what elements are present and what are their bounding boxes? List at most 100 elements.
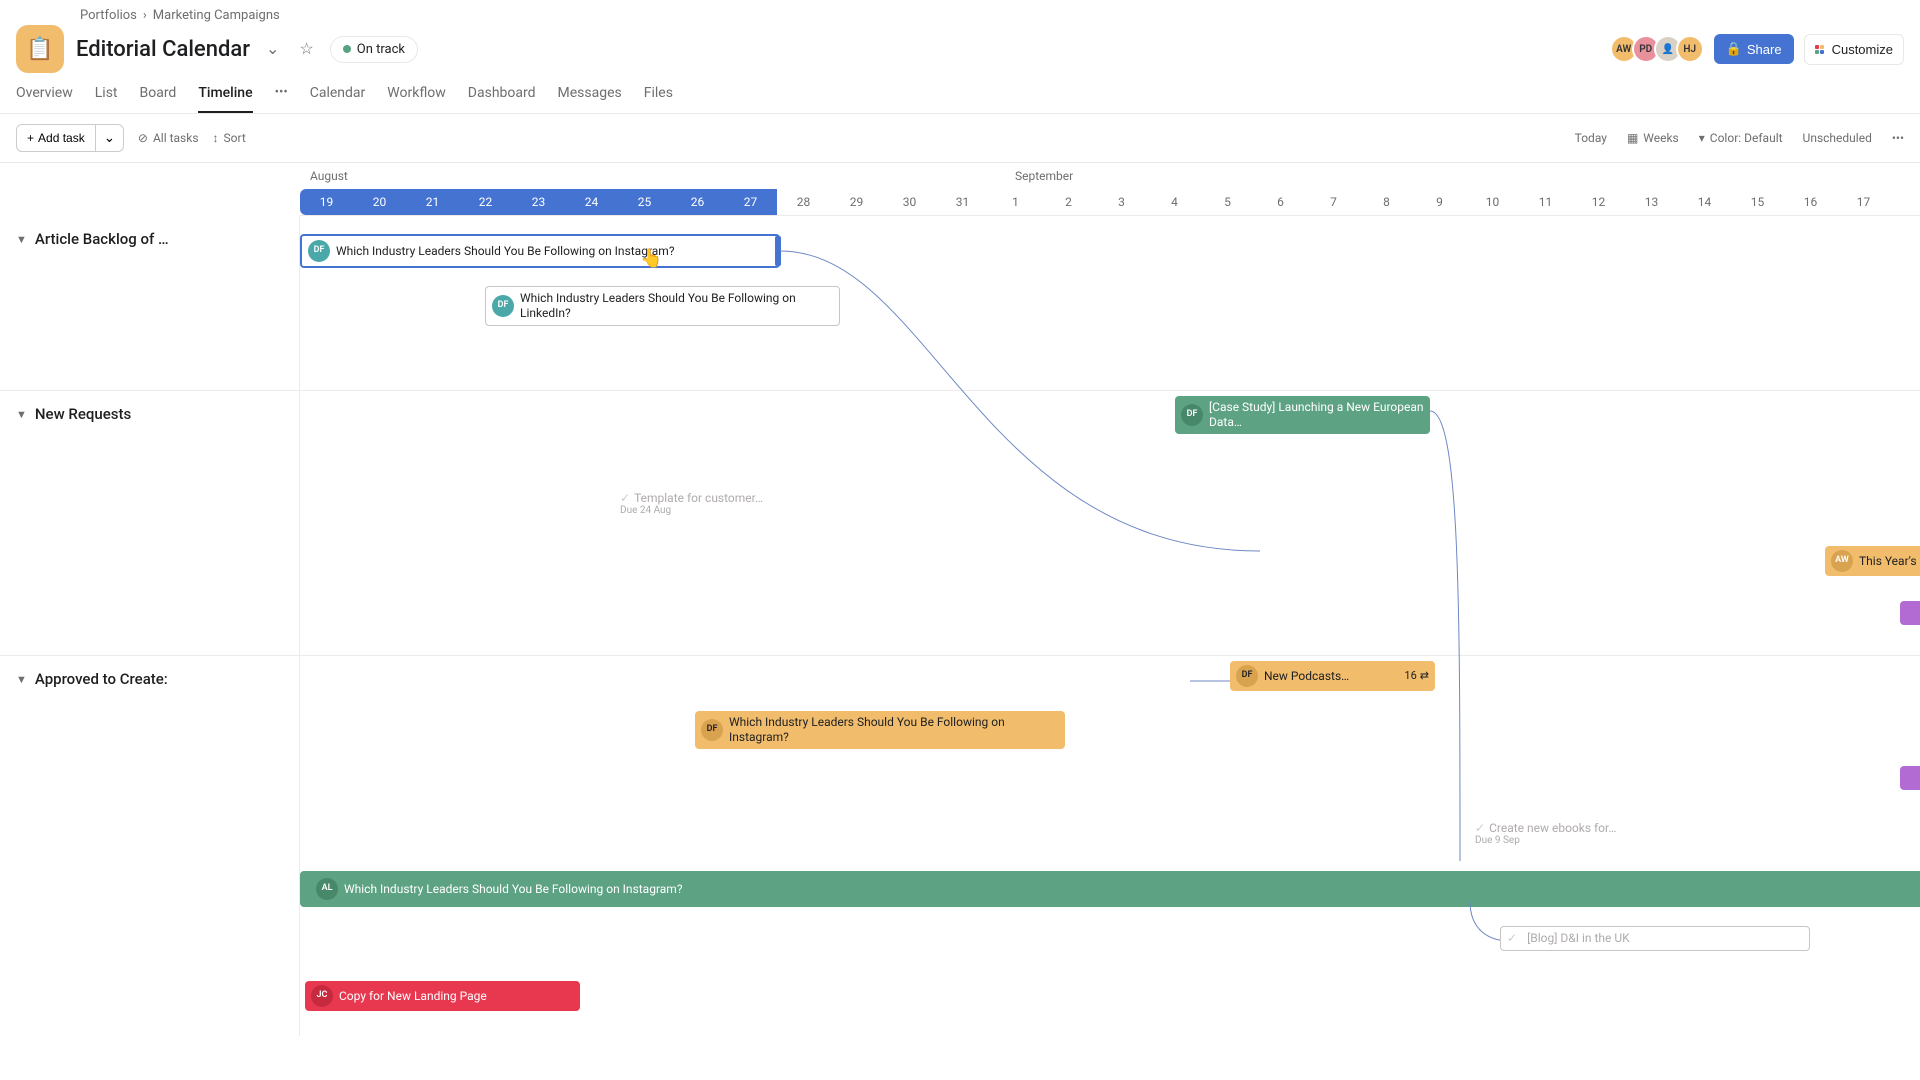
- tab-files[interactable]: Files: [644, 85, 673, 113]
- check-circle-icon: ⊘: [138, 131, 148, 145]
- avatar: HJ: [1676, 35, 1704, 63]
- tab-overview[interactable]: Overview: [16, 85, 73, 113]
- day-cell[interactable]: 7: [1307, 189, 1360, 215]
- status-badge[interactable]: On track: [330, 36, 418, 63]
- day-cell[interactable]: 9: [1413, 189, 1466, 215]
- day-cell[interactable]: 23: [512, 189, 565, 215]
- ghost-task[interactable]: ✓Template for customer… Due 24 Aug: [620, 491, 763, 516]
- task-bar[interactable]: ✓ [Blog] D&I in the UK: [1500, 926, 1810, 951]
- unscheduled-button[interactable]: Unscheduled: [1803, 131, 1872, 145]
- day-cell[interactable]: 27: [724, 189, 777, 215]
- lock-icon: 🔒: [1726, 41, 1742, 57]
- day-cell[interactable]: 10: [1466, 189, 1519, 215]
- task-title: New Podcasts…: [1264, 669, 1349, 684]
- tab-messages[interactable]: Messages: [558, 85, 622, 113]
- month-label: September: [1015, 169, 1073, 183]
- collapse-icon[interactable]: ▼: [16, 673, 27, 686]
- task-bar[interactable]: JC Copy for New Landing Page: [305, 981, 580, 1011]
- section-title: New Requests: [35, 405, 131, 423]
- day-cell[interactable]: 17: [1837, 189, 1890, 215]
- day-cell[interactable]: 29: [830, 189, 883, 215]
- breadcrumb-root[interactable]: Portfolios: [80, 8, 137, 23]
- task-title: Which Industry Leaders Should You Be Fol…: [729, 715, 1059, 745]
- day-cell[interactable]: 1: [989, 189, 1042, 215]
- filter-all-tasks[interactable]: ⊘ All tasks: [138, 131, 199, 145]
- sort-button[interactable]: ↕Sort: [213, 131, 246, 145]
- task-bar[interactable]: [1900, 601, 1920, 625]
- day-cell[interactable]: 2: [1042, 189, 1095, 215]
- today-button[interactable]: Today: [1575, 131, 1607, 145]
- tab-board[interactable]: Board: [140, 85, 177, 113]
- task-bar[interactable]: [1900, 766, 1920, 790]
- day-cell[interactable]: 22: [459, 189, 512, 215]
- customize-label: Customize: [1832, 42, 1893, 57]
- day-cell[interactable]: 24: [565, 189, 618, 215]
- zoom-weeks[interactable]: ▦Weeks: [1627, 131, 1679, 145]
- day-cell[interactable]: 20: [353, 189, 406, 215]
- add-task-label: Add task: [38, 131, 85, 145]
- more-icon[interactable]: •••: [1892, 131, 1904, 145]
- resize-handle[interactable]: [775, 236, 781, 266]
- day-cell[interactable]: 19: [300, 189, 353, 215]
- tab-more-icon[interactable]: •••: [275, 85, 288, 113]
- section-header[interactable]: ▼ New Requests: [0, 391, 300, 655]
- tab-list[interactable]: List: [95, 85, 118, 113]
- star-icon[interactable]: ☆: [295, 35, 317, 63]
- day-cell[interactable]: 21: [406, 189, 459, 215]
- day-cell[interactable]: 16: [1784, 189, 1837, 215]
- tabs: Overview List Board Timeline ••• Calenda…: [0, 73, 1920, 114]
- section-row: ▼ New Requests DF [Case Study] Launching…: [0, 391, 1920, 656]
- tab-dashboard[interactable]: Dashboard: [468, 85, 536, 113]
- collapse-icon[interactable]: ▼: [16, 233, 27, 246]
- color-label: Color: Default: [1710, 131, 1783, 145]
- sort-icon: ↕: [213, 131, 219, 145]
- day-cell[interactable]: 8: [1360, 189, 1413, 215]
- check-icon: ✓: [1507, 931, 1517, 946]
- tab-calendar[interactable]: Calendar: [310, 85, 366, 113]
- task-bar[interactable]: DF Which Industry Leaders Should You Be …: [695, 711, 1065, 749]
- section-header[interactable]: ▼ Article Backlog of …: [0, 216, 300, 390]
- color-button[interactable]: ▾Color: Default: [1699, 131, 1783, 145]
- share-button[interactable]: 🔒 Share: [1714, 34, 1794, 64]
- avatar-stack[interactable]: AW PD 👤 HJ: [1616, 35, 1704, 63]
- task-title: This Year's: [1859, 554, 1917, 569]
- day-cell[interactable]: 30: [883, 189, 936, 215]
- task-bar[interactable]: DF New Podcasts… 16 ⇄: [1230, 661, 1435, 691]
- add-task-button[interactable]: + Add task: [16, 124, 96, 152]
- day-cell[interactable]: 13: [1625, 189, 1678, 215]
- task-due: Due 24 Aug: [620, 505, 763, 516]
- collapse-icon[interactable]: ▼: [16, 408, 27, 421]
- check-icon: ✓: [1475, 821, 1485, 835]
- day-cell[interactable]: 31: [936, 189, 989, 215]
- day-cell[interactable]: 4: [1148, 189, 1201, 215]
- day-cell[interactable]: 26: [671, 189, 724, 215]
- day-cell[interactable]: 14: [1678, 189, 1731, 215]
- section-row: ▼ Approved to Create: DF New Podcasts… 1…: [0, 656, 1920, 1036]
- check-icon: ✓: [620, 491, 630, 505]
- add-task-dropdown[interactable]: ⌄: [96, 124, 124, 152]
- title-chevron[interactable]: ⌄: [262, 35, 283, 63]
- task-bar[interactable]: DF Which Industry Leaders Should You Be …: [300, 234, 780, 268]
- ghost-task[interactable]: ✓Create new ebooks for… Due 9 Sep: [1475, 821, 1616, 846]
- day-cell[interactable]: 28: [777, 189, 830, 215]
- day-cell[interactable]: 11: [1519, 189, 1572, 215]
- all-tasks-label: All tasks: [153, 131, 199, 145]
- section-header[interactable]: ▼ Approved to Create:: [0, 656, 300, 1036]
- task-bar[interactable]: DF Which Industry Leaders Should You Be …: [485, 286, 840, 326]
- day-cell[interactable]: 6: [1254, 189, 1307, 215]
- task-bar[interactable]: DF [Case Study] Launching a New European…: [1175, 396, 1430, 434]
- assignee-avatar: JC: [311, 985, 333, 1007]
- task-bar[interactable]: AL Which Industry Leaders Should You Be …: [300, 871, 1920, 907]
- day-cell[interactable]: 3: [1095, 189, 1148, 215]
- day-cell[interactable]: 5: [1201, 189, 1254, 215]
- tab-timeline[interactable]: Timeline: [198, 85, 252, 113]
- customize-button[interactable]: Customize: [1804, 34, 1904, 65]
- breadcrumb-project[interactable]: Marketing Campaigns: [153, 8, 280, 23]
- day-cell[interactable]: 25: [618, 189, 671, 215]
- day-cell[interactable]: 15: [1731, 189, 1784, 215]
- task-title: Which Industry Leaders Should You Be Fol…: [344, 882, 683, 897]
- project-icon: 📋: [16, 25, 64, 73]
- tab-workflow[interactable]: Workflow: [387, 85, 446, 113]
- task-bar[interactable]: AW This Year's: [1825, 546, 1920, 576]
- day-cell[interactable]: 12: [1572, 189, 1625, 215]
